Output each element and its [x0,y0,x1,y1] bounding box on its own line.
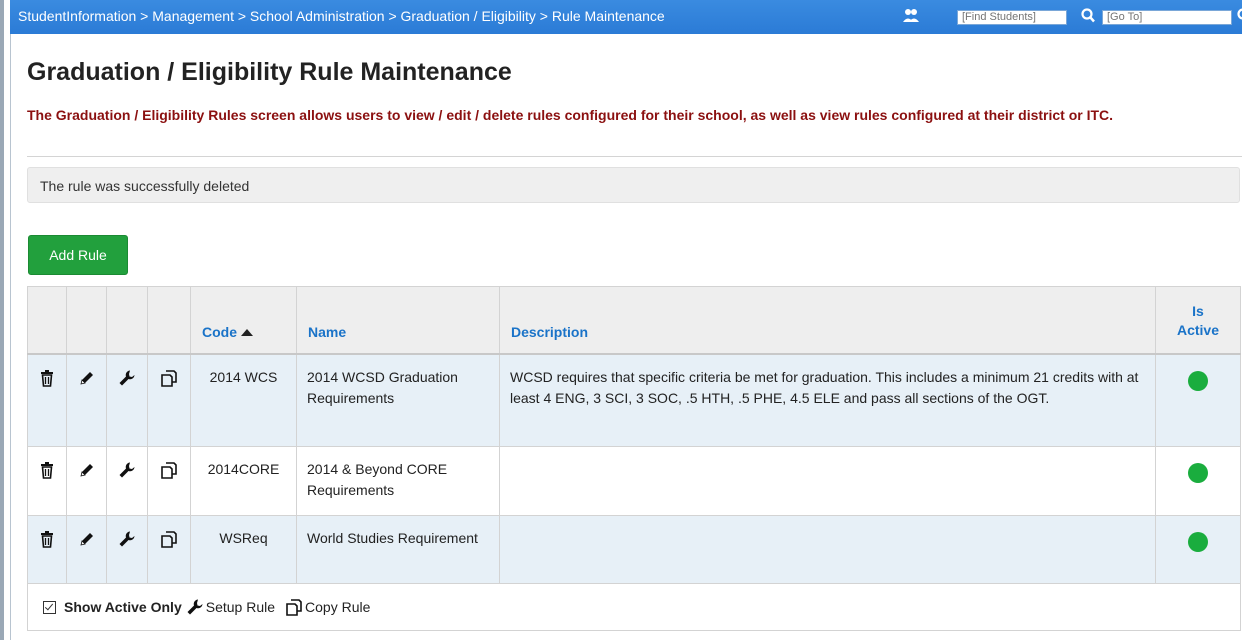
add-rule-button[interactable]: Add Rule [28,235,128,275]
copy-icon [286,599,302,616]
active-cell [1155,515,1241,584]
code-cell: 2014CORE [190,446,297,516]
table-header-row: Code Name Description Is Active [27,286,1241,355]
copy-icon[interactable] [160,530,178,548]
go-to-input[interactable] [1102,10,1232,25]
page-title: Graduation / Eligibility Rule Maintenanc… [27,58,512,86]
header-delete-col [27,286,67,355]
pencil-icon[interactable] [78,369,96,387]
copy-icon[interactable] [160,461,178,479]
header-edit-col [66,286,107,355]
table-footer-row: Show Active Only Setup Rule Copy Rule [27,583,1241,631]
breadcrumb[interactable]: StudentInformation > Management > School… [18,8,665,24]
header-code-label[interactable]: Code [202,324,237,340]
table-row: WSReq World Studies Requirement [27,515,1241,584]
header-description[interactable]: Description [499,286,1156,355]
active-status-dot [1188,532,1208,552]
sort-ascending-icon [241,328,253,336]
copy-rule-legend: Copy Rule [305,598,371,615]
trash-icon[interactable] [38,461,56,479]
left-window-edge [0,0,11,640]
active-cell [1155,446,1241,516]
header-code[interactable]: Code [190,286,297,355]
delete-cell [27,515,67,584]
table-row: 2014 WCS 2014 WCSD Graduation Requiremen… [27,353,1241,447]
edit-cell [66,353,107,447]
description-cell [499,515,1156,584]
wrench-icon[interactable] [118,369,136,387]
copy-cell [147,353,191,447]
header-is-active-label-2[interactable]: Active [1177,322,1219,338]
header-name[interactable]: Name [296,286,500,355]
delete-cell [27,353,67,447]
wrench-icon[interactable] [118,530,136,548]
trash-icon[interactable] [38,369,56,387]
active-status-dot [1188,463,1208,483]
name-cell: 2014 WCSD Graduation Requirements [296,353,500,447]
description-cell [499,446,1156,516]
pencil-icon[interactable] [78,530,96,548]
show-active-only-checkbox[interactable] [43,600,56,614]
search-icon[interactable] [1080,7,1096,25]
table-row: 2014CORE 2014 & Beyond CORE Requirements [27,446,1241,516]
table-footer: Show Active Only Setup Rule Copy Rule [27,583,1241,631]
name-cell: World Studies Requirement [296,515,500,584]
trash-icon[interactable] [38,530,56,548]
status-alert: The rule was successfully deleted [27,167,1240,203]
header-copy-col [147,286,191,355]
show-active-only-label[interactable]: Show Active Only [64,597,182,618]
delete-cell [27,446,67,516]
edit-cell [66,515,107,584]
page-description: The Graduation / Eligibility Rules scree… [27,107,1114,123]
code-cell: 2014 WCS [190,353,297,447]
rules-table: Code Name Description Is Active 2014 WCS … [27,286,1241,631]
header-setup-col [106,286,148,355]
go-to-search-icon[interactable] [1236,7,1242,25]
setup-cell [106,446,148,516]
header-is-active[interactable]: Is Active [1155,286,1241,355]
setup-cell [106,515,148,584]
divider [27,156,1242,157]
header-name-label[interactable]: Name [308,324,346,340]
setup-rule-legend: Setup Rule [205,598,276,615]
pencil-icon[interactable] [78,461,96,479]
header-description-label[interactable]: Description [511,324,588,340]
header-is-active-label-1[interactable]: Is [1192,303,1204,319]
active-cell [1155,353,1241,447]
people-icon[interactable] [902,7,920,25]
active-status-dot [1188,370,1208,391]
name-cell: 2014 & Beyond CORE Requirements [296,446,500,516]
edit-cell [66,446,107,516]
wrench-icon[interactable] [118,461,136,479]
code-cell: WSReq [190,515,297,584]
wrench-icon [187,599,203,615]
setup-cell [106,353,148,447]
top-navigation-bar: StudentInformation > Management > School… [10,0,1242,34]
copy-icon[interactable] [160,369,178,387]
copy-cell [147,446,191,516]
find-students-input[interactable] [957,10,1067,25]
copy-cell [147,515,191,584]
description-cell: WCSD requires that specific criteria be … [499,353,1156,447]
